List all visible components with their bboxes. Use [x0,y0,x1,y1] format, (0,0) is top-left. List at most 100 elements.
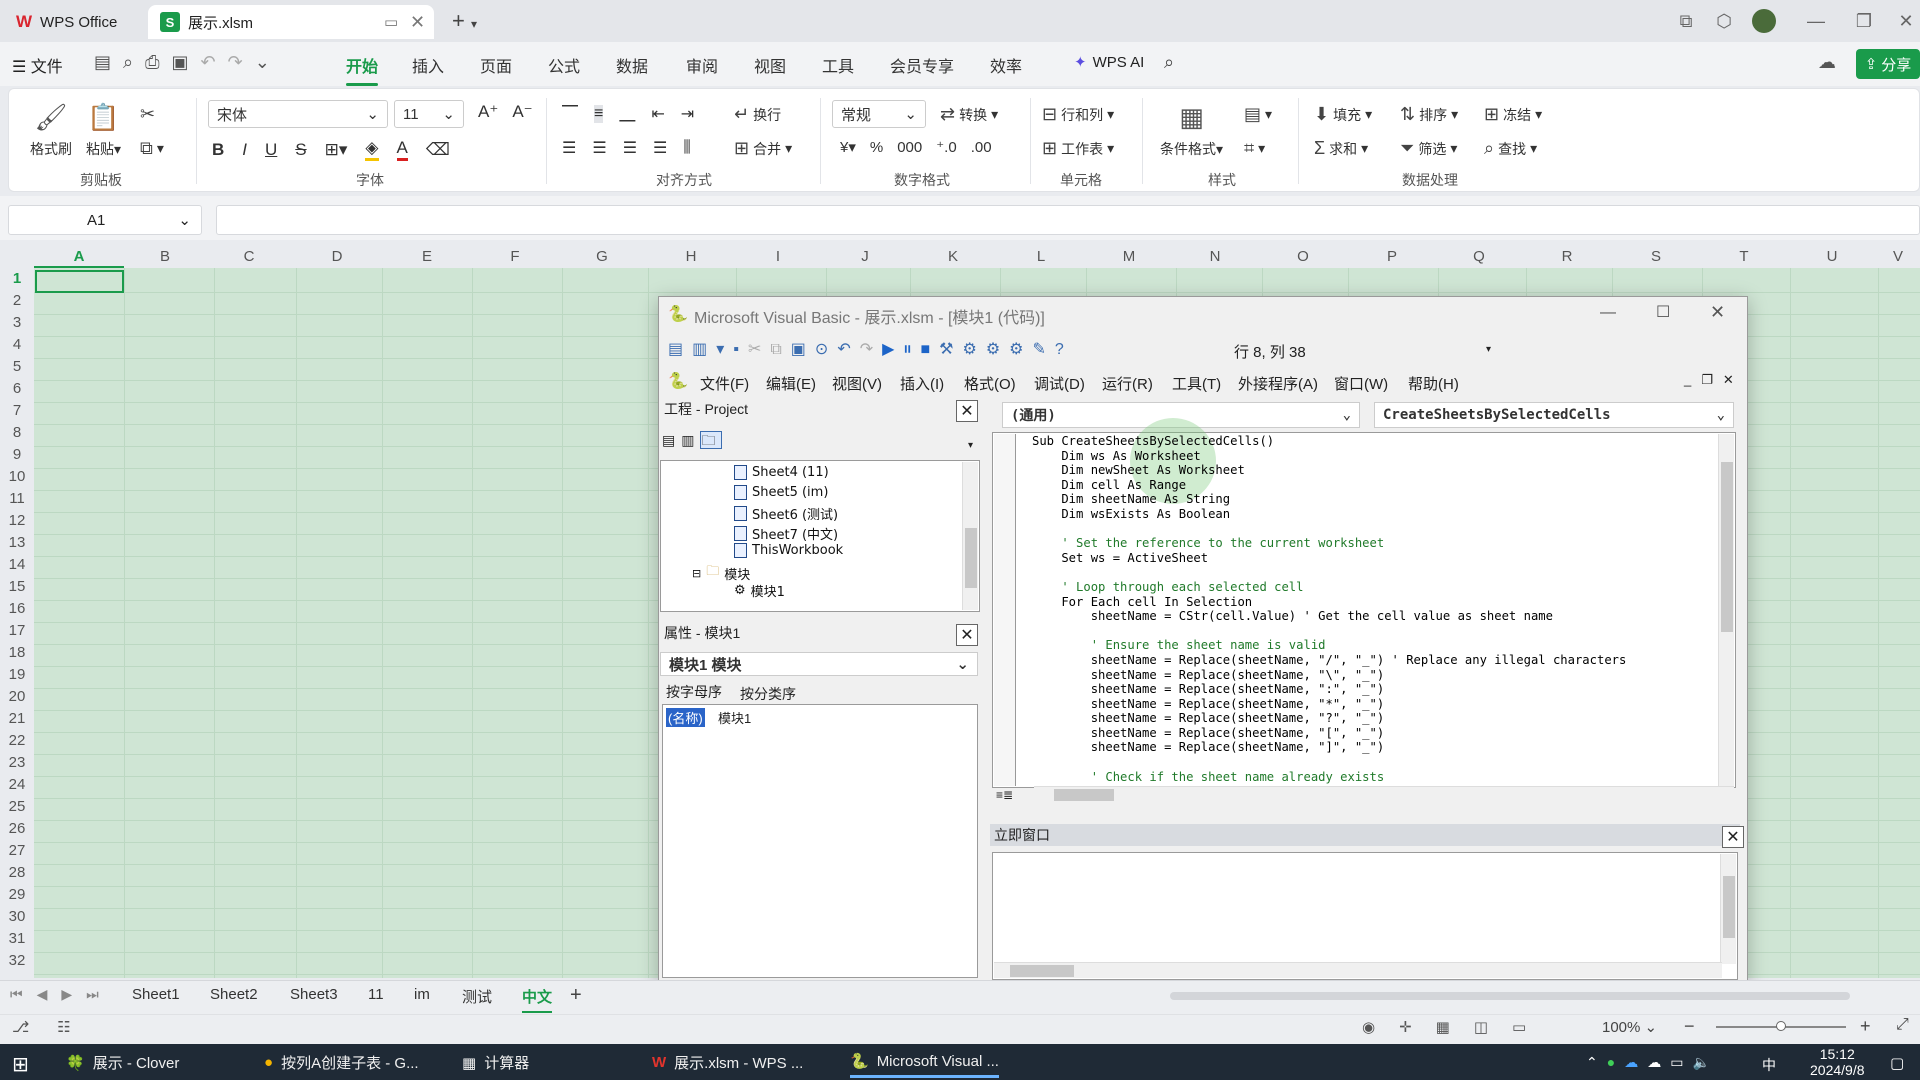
normal-view-icon[interactable]: ▦ [1436,1019,1474,1036]
zoom-out-icon[interactable]: − [1684,1016,1695,1037]
vba-menu-item[interactable]: 视图(V) [832,373,882,394]
more-icon[interactable]: ⌄ [255,52,282,72]
zoom-in-icon[interactable]: + [1860,1016,1871,1037]
vba-menu-item[interactable]: 帮助(H) [1408,373,1459,394]
row-header[interactable]: 10 [0,468,34,490]
conditional-format-button[interactable]: ▦ 条件格式▾ [1160,102,1223,159]
immediate-hscrollbar[interactable] [994,962,1722,978]
first-sheet-icon[interactable]: ⏮ [10,986,37,1002]
code-line[interactable]: ' Set the reference to the current works… [1032,536,1626,551]
row-header[interactable]: 12 [0,512,34,534]
italic-icon[interactable]: I [242,140,247,160]
currency-icon[interactable]: ¥▾ [840,138,856,156]
row-header[interactable]: 17 [0,622,34,644]
add-sheet-button[interactable]: + [570,984,582,1007]
vba-menu-item[interactable]: 外接程序(A) [1238,373,1318,394]
mdi-restore-icon[interactable]: ❐ [1701,372,1723,387]
merge-button[interactable]: ⊞ 合并 ▾ [734,138,792,159]
menu-tab-0[interactable]: 开始 [346,53,379,86]
code-hscrollbar[interactable] [1034,786,1734,802]
undo-icon[interactable]: ↶ [201,52,228,72]
row-header[interactable]: 15 [0,578,34,600]
code-procedure-select[interactable]: CreateSheetsBySelectedCells ⌄ [1374,402,1734,428]
column-header[interactable]: G [558,248,646,268]
column-header[interactable]: B [124,248,206,268]
row-header[interactable]: 27 [0,842,34,864]
code-line[interactable]: sheetName = Replace(sheetName, "*", "_") [1032,697,1626,712]
border-icon[interactable]: ⊞▾ [325,140,348,160]
cell-style-button[interactable]: ⌗ ▾ [1244,138,1265,159]
row-header[interactable]: 19 [0,666,34,688]
outdent-icon[interactable]: ⇤ [651,104,664,124]
percent-icon[interactable]: % [870,139,883,156]
align-bottom-icon[interactable]: ⎽ [619,105,635,123]
row-header[interactable]: 20 [0,688,34,710]
new-tab-button[interactable]: + ▾ [452,8,477,34]
property-value[interactable]: 模块1 [718,708,751,727]
paste-button[interactable]: 📋 粘贴▾ [86,102,121,159]
sheet-hscrollbar[interactable] [1140,990,1900,1002]
immediate-vscrollbar[interactable] [1720,854,1736,964]
taskbar-item[interactable]: 🐍 Microsoft Visual ... [850,1052,999,1078]
clear-format-icon[interactable]: ⌫ [426,140,450,160]
page-break-icon[interactable]: ▭ [1512,1019,1550,1036]
sheet-tab[interactable]: Sheet3 [290,986,338,1003]
column-header[interactable]: C [206,248,292,268]
mdi-close-icon[interactable]: ✕ [1723,372,1744,387]
vba-menu-item[interactable]: 窗口(W) [1334,373,1388,394]
vba-maximize-icon[interactable]: ☐ [1656,302,1670,322]
wps-ai-button[interactable]: ✦ WPS AI [1074,53,1144,72]
column-header[interactable]: F [472,248,558,268]
menu-tab-5[interactable]: 审阅 [686,53,718,77]
redo-icon[interactable]: ↷ [228,52,255,72]
row-header[interactable]: 7 [0,402,34,424]
sheet-tab[interactable]: 中文 [522,986,553,1013]
save-icon[interactable]: ▤ [94,52,123,72]
scroll-thumb[interactable] [1723,876,1735,938]
close-properties-panel-icon[interactable]: ✕ [956,624,978,646]
find-button[interactable]: ⌕ 查找 ▾ [1484,138,1537,159]
cloud-icon[interactable]: ☁ [1647,1054,1670,1070]
zoom-level[interactable]: 100% ⌄ [1602,1018,1657,1036]
sort-button[interactable]: ⇅ 排序 ▾ [1400,104,1458,125]
align-center-icon[interactable]: ☰ [592,138,606,158]
toolbox-icon[interactable]: ✎ [1033,341,1055,358]
tree-item-sheet[interactable]: ThisWorkbook [734,543,843,558]
property-name[interactable]: (名称) [666,708,705,727]
justify-icon[interactable]: ☰ [653,138,667,158]
tree-item-sheet[interactable]: Sheet6 (测试) [734,504,838,523]
undo-icon[interactable]: ↶ [837,341,859,358]
row-header[interactable]: 23 [0,754,34,776]
convert-button[interactable]: ⇄ 转换 ▾ [940,104,998,125]
scroll-thumb[interactable] [1054,789,1114,801]
increase-font-icon[interactable]: A⁺ [478,102,498,122]
row-header[interactable]: 6 [0,380,34,402]
column-header[interactable]: L [996,248,1086,268]
menu-tab-9[interactable]: 效率 [990,53,1022,77]
paste-icon[interactable]: ▣ [791,341,815,358]
redo-icon[interactable]: ↷ [860,341,882,358]
open-icon[interactable]: ⌕ [123,52,145,72]
insert-module-icon[interactable]: ▥▾ [692,341,733,358]
scroll-thumb[interactable] [1721,462,1733,632]
worksheet-button[interactable]: ⊞ 工作表 ▾ [1042,138,1114,159]
row-header[interactable]: 18 [0,644,34,666]
code-line[interactable]: sheetName = Replace(sheetName, "?", "_") [1032,711,1626,726]
code-line[interactable]: sheetName = Replace(sheetName, "]", "_") [1032,740,1626,755]
row-header[interactable]: 16 [0,600,34,622]
column-header[interactable]: O [1258,248,1348,268]
code-line[interactable]: Sub CreateSheetsBySelectedCells() [1032,434,1626,449]
menu-tab-8[interactable]: 会员专享 [890,53,954,77]
menu-tab-2[interactable]: 页面 [480,53,512,77]
note-icon[interactable]: ☷ [57,1019,98,1036]
cut-button[interactable]: ✂ [140,104,155,125]
row-header[interactable]: 3 [0,314,34,336]
bold-icon[interactable]: B [212,140,224,160]
code-line[interactable]: Dim sheetName As String [1032,492,1626,507]
scroll-thumb[interactable] [1010,965,1074,977]
align-right-icon[interactable]: ☰ [623,138,637,158]
row-header[interactable]: 24 [0,776,34,798]
close-tab-icon[interactable]: ✕ [410,12,425,33]
tree-item-module1[interactable]: ⚙ 模块1 [734,581,785,600]
ime-indicator[interactable]: 中 [1762,1055,1776,1075]
